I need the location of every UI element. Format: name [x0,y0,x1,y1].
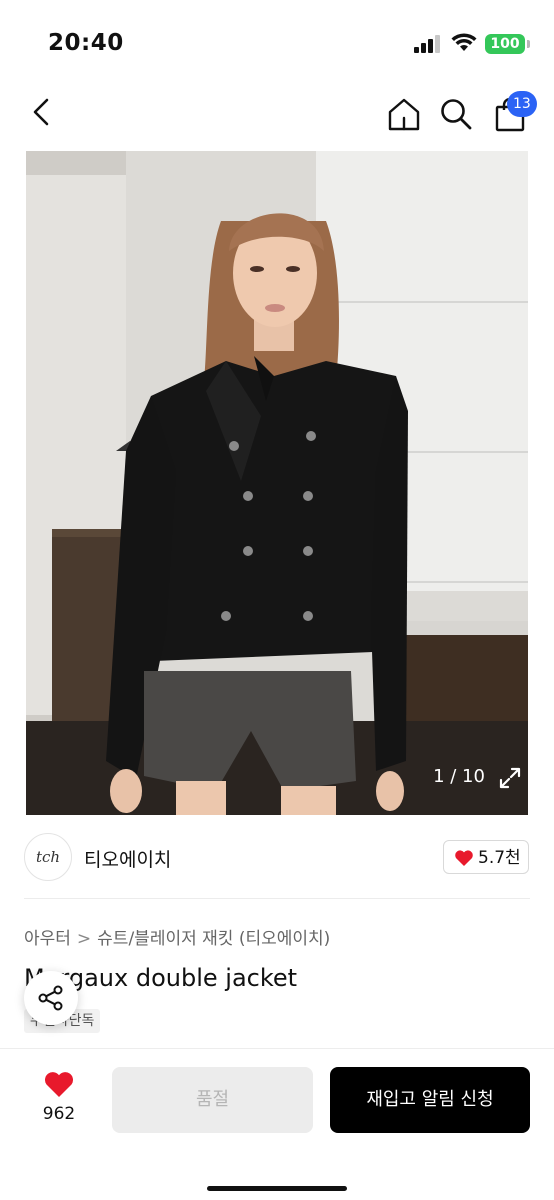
bottom-action-bar: 962 품절 재입고 알림 신청 [0,1048,554,1200]
brand-logo[interactable]: tch [24,833,72,881]
home-icon[interactable] [386,96,422,132]
restock-alert-button[interactable]: 재입고 알림 신청 [330,1067,530,1133]
brand-like-button[interactable]: 5.7천 [443,840,529,874]
soldout-button[interactable]: 품절 [112,1067,313,1133]
share-button[interactable] [24,971,78,1025]
breadcrumb-separator: > [76,929,92,949]
wishlist-count: 962 [42,1104,76,1124]
back-icon[interactable] [26,96,58,128]
brand-row[interactable]: tch 티오에이치 5.7천 [0,826,554,890]
battery-cap [527,40,530,48]
image-counter: 1 / 10 [433,766,485,787]
wifi-icon [451,33,477,51]
breadcrumb: 아우터 > 슈트/블레이저 재킷 (티오에이치) [24,924,330,949]
status-bar: 20:40 100 [0,0,554,88]
cart-count-badge: 13 [507,91,537,117]
brand-name[interactable]: 티오에이치 [84,845,171,872]
signal-icon [414,35,442,53]
breadcrumb-category[interactable]: 아우터 [24,924,71,949]
product-image[interactable] [26,151,528,815]
heart-icon [455,850,473,866]
wishlist-heart-icon[interactable] [43,1069,75,1099]
product-photo [26,151,528,815]
brand-like-count: 5.7천 [478,848,521,868]
divider [24,898,530,899]
home-indicator [207,1186,347,1191]
battery-level: 100 [490,36,520,52]
breadcrumb-subcategory[interactable]: 슈트/블레이저 재킷 (티오에이치) [97,924,330,949]
battery-icon: 100 [485,34,525,54]
share-icon [38,985,63,1011]
expand-icon[interactable] [496,764,524,792]
search-icon[interactable] [438,96,474,132]
status-time: 20:40 [48,30,124,56]
nav-bar [0,88,554,138]
